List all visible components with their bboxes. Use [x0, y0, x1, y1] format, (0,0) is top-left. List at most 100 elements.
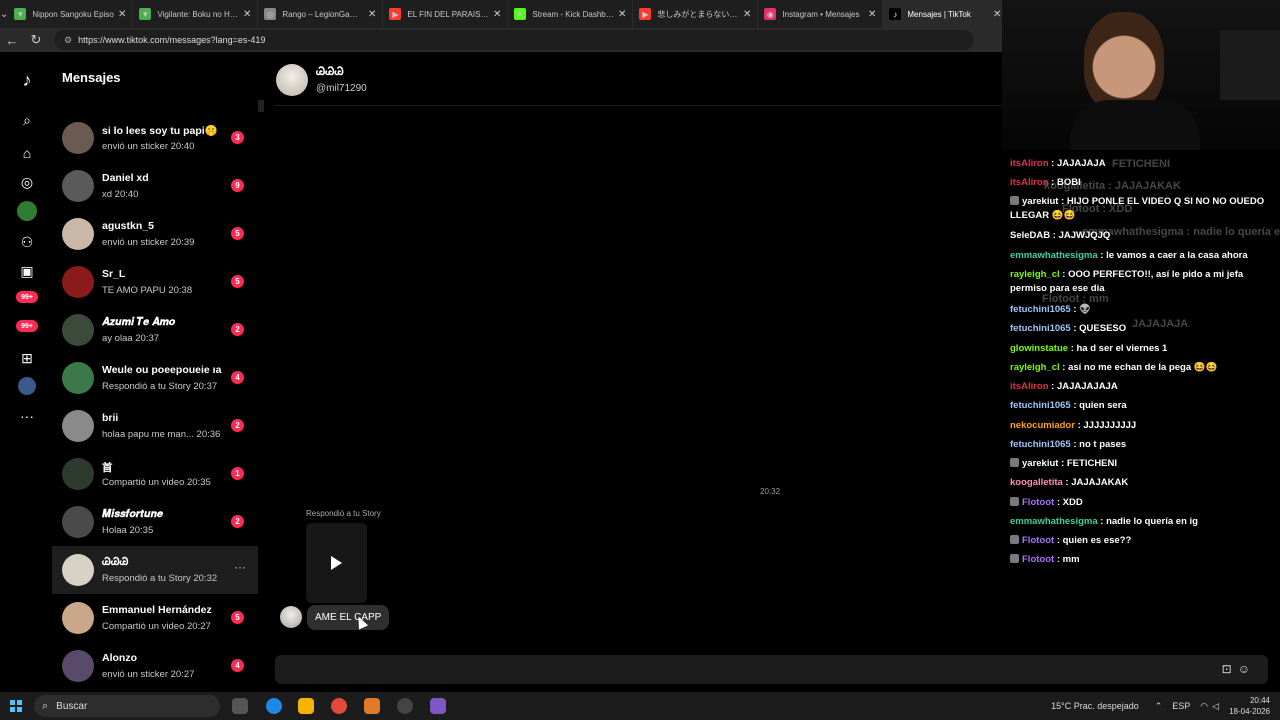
twitch-icon[interactable] [430, 698, 446, 714]
tab-close-icon[interactable]: ✕ [368, 9, 376, 20]
chat-message: rayleigh_cl : así no me echan de la pega… [1010, 361, 1276, 375]
more-icon[interactable]: ··· [17, 406, 37, 426]
message-bubble[interactable]: AME EL CAPP [307, 605, 390, 630]
conversation-item[interactable]: ᏊᏊᏊ Respondió a tu Story 20:32 ··· [52, 546, 258, 594]
chat-username[interactable]: fetuchini1065 [1010, 323, 1071, 334]
conversation-item[interactable]: 𝑴𝒊𝒔𝒔𝒇𝒐𝒓𝒕𝒖𝒏𝒆 Holaa 20:35 2 [52, 498, 258, 546]
messages-badge[interactable]: 99+ [16, 291, 38, 303]
chat-username[interactable]: fetuchini1065 [1010, 400, 1071, 411]
conversation-item[interactable]: 首 Compartió un video 20:35 1 [52, 450, 258, 498]
conversation-item[interactable]: Alonzo envió un sticker 20:27 4 [52, 642, 258, 690]
activity-badge[interactable]: 99+ [16, 320, 38, 332]
chat-text: : mm [1054, 554, 1080, 565]
chat-username[interactable]: fetuchini1065 [1010, 304, 1071, 315]
browser-tab[interactable]: ▼ Vigilante: Boku no Hero ✕ [133, 0, 259, 28]
profile-avatar-icon[interactable] [18, 377, 36, 395]
conversation-item[interactable]: 𝑨𝒛𝒖𝒎𝒊 𝑻𝒆 𝑨𝒎𝒐 ay olaa 20:37 2 [52, 306, 258, 354]
chat-username[interactable]: itsAliron [1010, 158, 1049, 169]
browser-tab[interactable]: ◎ Rango – LegionGamesC ✕ [258, 0, 384, 28]
clock[interactable]: 20:44 18-04-2026 [1229, 695, 1270, 717]
chat-username[interactable]: SeleDAB [1010, 230, 1050, 241]
chat-username[interactable]: emmawhathesigma [1010, 516, 1098, 527]
browser-tab[interactable]: ◉ Instagram • Mensajes ✕ [758, 0, 884, 28]
chat-username[interactable]: koogalletita [1010, 477, 1063, 488]
tab-close-icon[interactable]: ✕ [993, 9, 1001, 20]
edge-icon[interactable] [266, 698, 282, 714]
chat-username[interactable]: emmawhathesigma [1010, 250, 1098, 261]
chat-message: itsAliron : JAJAJAJAJA [1010, 380, 1276, 394]
tab-search-icon[interactable]: ⌄ [0, 0, 8, 28]
windows-start-icon[interactable] [10, 700, 22, 712]
browser-tab[interactable]: ♪ Mensajes | TikTok ✕ [883, 0, 1009, 28]
conversation-item[interactable]: Weule ou poeepoueie ıa Respondió a tu Sto… [52, 354, 258, 402]
live-avatar-icon[interactable] [17, 201, 37, 221]
browser-tab[interactable]: ▶ EL FIN DEL PARAISO - r ✕ [383, 0, 509, 28]
url-field[interactable]: ⚙ https://www.tiktok.com/messages?lang=e… [54, 30, 974, 50]
taskbar-search-label: Buscar [56, 700, 88, 712]
browser-tab[interactable]: ▼ Nippon Sangoku Episo ✕ [8, 0, 134, 28]
image-icon[interactable]: ⊡ [1222, 662, 1238, 676]
file-explorer-icon[interactable] [298, 698, 314, 714]
tray-chevron-icon[interactable]: ⌃ [1155, 701, 1163, 712]
browser-tab[interactable]: ▶ 悲しみがとまらない | CA ✕ [633, 0, 759, 28]
browser-tab[interactable]: K Stream - Kick Dashboar ✕ [508, 0, 634, 28]
chat-username[interactable]: yarekiut [1022, 196, 1058, 207]
conversation-item[interactable]: Daniel xd xd 20:40 9 [52, 162, 258, 210]
chat-username[interactable]: rayleigh_cl [1010, 362, 1060, 373]
avatar [62, 458, 94, 490]
chat-username[interactable]: itsAliron [1010, 177, 1049, 188]
unread-badge: 4 [231, 371, 244, 384]
microphone-app-icon[interactable] [364, 698, 380, 714]
wifi-icon[interactable]: ◠ [1200, 701, 1208, 712]
chat-username[interactable]: yarekiut [1022, 458, 1058, 469]
conversation-item[interactable]: agustkn_5 envió un sticker 20:39 5 [52, 210, 258, 258]
tab-close-icon[interactable]: ✕ [493, 9, 501, 20]
tab-close-icon[interactable]: ✕ [868, 9, 876, 20]
conversation-item[interactable]: Emmanuel Hernández Compartió un video 20:… [52, 594, 258, 642]
tab-close-icon[interactable]: ✕ [243, 9, 251, 20]
chrome-icon[interactable] [331, 698, 347, 714]
tab-close-icon[interactable]: ✕ [118, 9, 126, 20]
home-icon[interactable]: ⌂ [17, 143, 37, 163]
task-view-icon[interactable] [232, 698, 248, 714]
following-icon[interactable]: ⚇ [17, 232, 37, 252]
conversation-item[interactable]: brii holaa papu me man... 20:36 2 [52, 402, 258, 450]
message-avatar[interactable] [280, 606, 302, 628]
reload-icon[interactable]: ↻ [24, 32, 48, 48]
tiktok-logo-icon[interactable]: ♪ [17, 70, 37, 90]
chat-username[interactable]: fetuchini1065 [1010, 439, 1071, 450]
message-input[interactable]: ⊡☺ [275, 655, 1268, 684]
explore-icon[interactable]: ◎ [17, 172, 37, 192]
search-icon[interactable]: ⌕ [17, 110, 37, 130]
emoji-icon[interactable]: ☺ [1238, 662, 1256, 676]
avatar [62, 650, 94, 682]
chat-username[interactable]: nekocumiador [1010, 420, 1075, 431]
chat-username[interactable]: glowinstatue [1010, 343, 1068, 354]
contact-name[interactable]: ᏊᏊᏊ [316, 66, 344, 79]
conversation-item[interactable]: Sr_L TE AMO PAPU 20:38 5 [52, 258, 258, 306]
chat-username[interactable]: rayleigh_cl [1010, 269, 1060, 280]
chat-username[interactable]: Flotoot [1022, 554, 1054, 565]
live-icon[interactable]: ▣ [17, 261, 37, 281]
chat-username[interactable]: itsAliron [1010, 381, 1049, 392]
chat-username[interactable]: Flotoot [1022, 535, 1054, 546]
contact-handle[interactable]: @mil71290 [316, 83, 367, 94]
more-options-icon[interactable]: ··· [234, 560, 246, 574]
contact-avatar[interactable] [276, 64, 308, 96]
taskbar-search[interactable]: ⌕ Buscar [34, 695, 220, 717]
avatar [62, 410, 94, 442]
upload-icon[interactable]: ⊞ [17, 348, 37, 368]
site-info-icon[interactable]: ⚙ [64, 35, 72, 46]
conversation-item[interactable]: si lo lees soy tu papi🤫 envió un sticker … [52, 114, 258, 162]
scrollbar[interactable] [258, 100, 264, 112]
volume-icon[interactable]: ◁ [1212, 701, 1219, 712]
story-preview[interactable] [306, 523, 367, 603]
back-icon[interactable]: ← [0, 33, 24, 48]
chat-username[interactable]: Flotoot [1022, 497, 1054, 508]
obs-icon[interactable] [397, 698, 413, 714]
tab-close-icon[interactable]: ✕ [743, 9, 751, 20]
language-indicator[interactable]: ESP [1172, 701, 1190, 711]
tab-favicon-icon: ▼ [14, 8, 27, 20]
weather-widget[interactable]: 15°C Prac. despejado [1051, 701, 1139, 711]
tab-close-icon[interactable]: ✕ [618, 9, 626, 20]
